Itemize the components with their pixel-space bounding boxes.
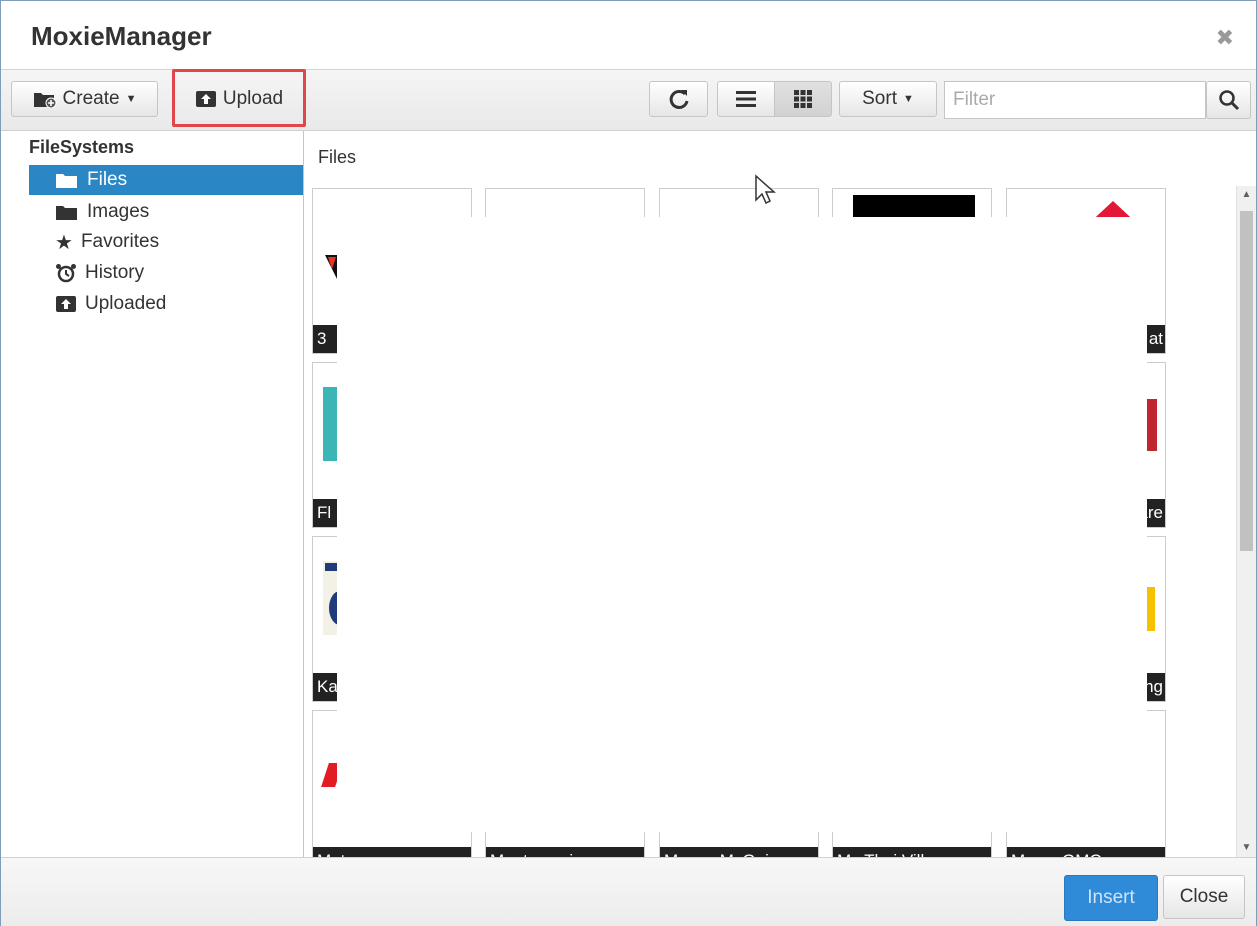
filter-input[interactable] [944, 81, 1206, 119]
sidebar-item-favorites[interactable]: ★ Favorites [29, 227, 303, 257]
dialog-title: MoxieManager [31, 21, 212, 51]
vertical-scrollbar[interactable]: ▲ ▼ [1236, 186, 1256, 857]
sidebar-item-label: Files [87, 169, 128, 190]
sidebar: FileSystems Files Images ★ Favorites His… [1, 131, 304, 857]
close-icon[interactable]: ✖ [1216, 25, 1234, 51]
breadcrumb: Files [318, 147, 357, 167]
list-view-button[interactable] [717, 81, 775, 117]
folder-plus-icon [33, 93, 57, 108]
sidebar-item-images[interactable]: Images [29, 197, 303, 227]
search-button[interactable] [1206, 81, 1251, 119]
file-name: My Thai Village [833, 847, 991, 857]
sidebar-item-label: Uploaded [85, 293, 167, 314]
refresh-button[interactable] [649, 81, 708, 117]
sort-label: Sort [862, 88, 897, 109]
upload-highlight-box [172, 69, 306, 127]
create-button[interactable]: Create ▼ [11, 81, 158, 117]
insert-button[interactable]: Insert [1064, 875, 1158, 921]
alarm-clock-icon [56, 264, 76, 283]
folder-icon [56, 206, 77, 220]
sidebar-item-label: History [85, 262, 145, 283]
folder-open-icon [56, 174, 77, 188]
blank-overlay [337, 217, 1147, 832]
upload-box-icon [56, 296, 76, 312]
refresh-icon [669, 89, 688, 109]
file-name: Metro.png [313, 847, 471, 857]
close-button[interactable]: Close [1163, 875, 1245, 919]
sidebar-item-label: Images [87, 201, 150, 222]
dialog-footer: Insert Close [1, 857, 1256, 926]
list-icon [736, 91, 756, 107]
star-icon: ★ [55, 231, 73, 254]
grid-icon [794, 90, 812, 108]
scroll-up-arrow-icon[interactable]: ▲ [1237, 186, 1256, 204]
caret-down-icon: ▼ [125, 93, 137, 105]
scroll-down-arrow-icon[interactable]: ▼ [1237, 839, 1256, 857]
file-name: Moose McGuire [660, 847, 818, 857]
sidebar-item-files[interactable]: Files [29, 165, 303, 195]
sidebar-item-label: Favorites [80, 231, 160, 252]
sidebar-item-uploaded[interactable]: Uploaded [29, 289, 303, 319]
sidebar-item-history[interactable]: History [29, 258, 303, 288]
title-bar: MoxieManager ✖ [1, 1, 1256, 70]
sort-button[interactable]: Sort ▼ [839, 81, 937, 117]
scroll-thumb[interactable] [1240, 211, 1253, 551]
search-icon [1218, 90, 1239, 111]
mouse-cursor-icon [755, 174, 776, 205]
file-name: Montanas.jpg [486, 847, 644, 857]
caret-down-icon: ▼ [902, 93, 914, 105]
filesystems-heading: FileSystems [29, 137, 135, 157]
create-label: Create [62, 88, 120, 109]
file-name: Myers GMC.png [1007, 847, 1165, 857]
grid-view-button[interactable] [774, 81, 832, 117]
